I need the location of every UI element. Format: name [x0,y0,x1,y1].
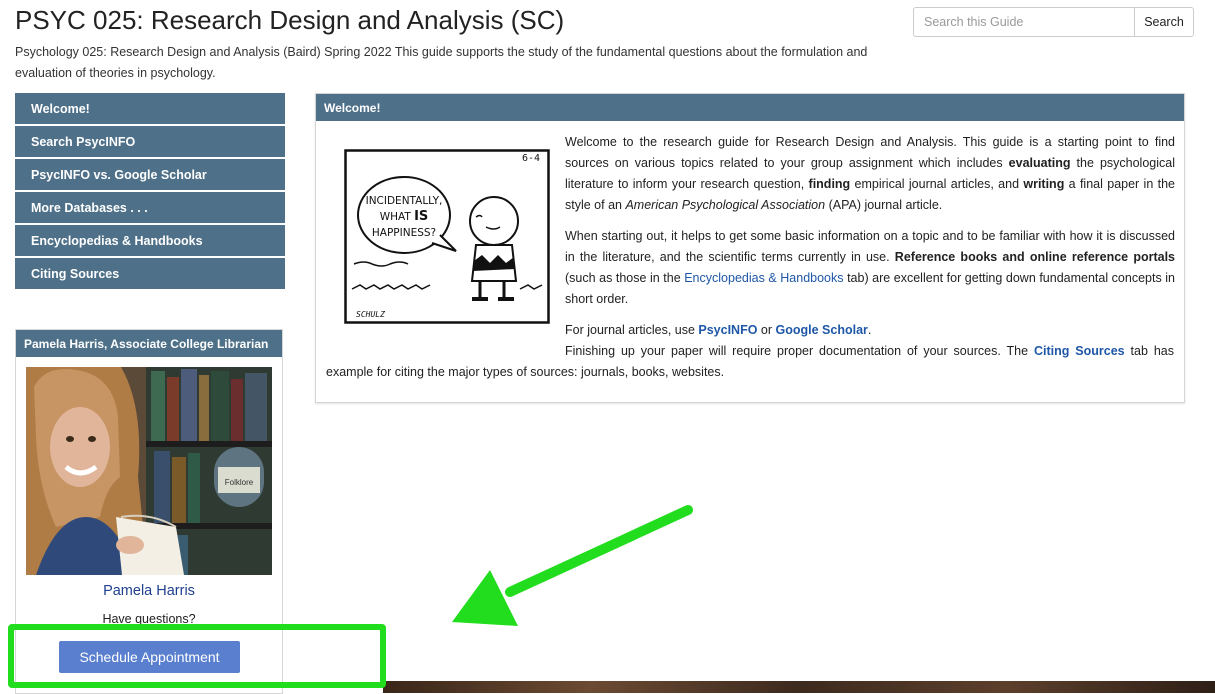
search-bar: Search [913,7,1194,37]
nav-item-psycinfo-vs-google-scholar[interactable]: PsycINFO vs. Google Scholar [15,159,285,190]
search-input[interactable] [913,7,1134,37]
comic-line-2: WHAT IS [380,209,429,224]
reference-paragraph: When starting out, it helps to get some … [565,229,1175,306]
comic-date: 6-4 [522,153,540,164]
green-arrow-icon [452,505,693,626]
search-button[interactable]: Search [1134,7,1194,37]
nav-item-encyclopedias-handbooks[interactable]: Encyclopedias & Handbooks [15,225,285,256]
profile-question-text: Have questions? [102,612,196,626]
welcome-content: Welcome to the research guide for Resear… [565,132,1175,351]
citing-paragraph: Finishing up your paper will require pro… [326,344,1174,379]
nav-item-search-psycinfo[interactable]: Search PsycINFO [15,126,285,157]
librarian-profile-box: Pamela Harris, Associate College Librari… [15,329,283,694]
intro-paragraph: Welcome to the research guide for Resear… [565,135,1175,212]
psycinfo-link[interactable]: PsycINFO [698,323,757,337]
schedule-appointment-button[interactable]: Schedule Appointment [59,641,240,673]
nav-item-more-databases[interactable]: More Databases . . . [15,192,285,223]
page-title: PSYC 025: Research Design and Analysis (… [15,5,565,35]
book-spine-label: Folklore [225,478,254,487]
citing-sources-link[interactable]: Citing Sources [1034,344,1125,358]
peanuts-comic-image: 6-4 INCIDENTALLY, WHAT IS HAPPINESS? SCH… [344,149,550,324]
guide-description: Psychology 025: Research Design and Anal… [15,45,868,80]
welcome-heading: Welcome! [316,94,1184,121]
comic-line-1: INCIDENTALLY, [366,195,443,207]
welcome-box: Welcome! 6-4 INCIDENTALLY, WHAT IS HAPPI… [315,93,1185,403]
journal-paragraph: For journal articles, use PsycINFO or Go… [565,323,872,337]
profile-heading: Pamela Harris, Associate College Librari… [16,330,282,357]
background-image-strip [383,681,1215,693]
guide-nav: Welcome! Search PsycINFO PsycINFO vs. Go… [15,93,285,291]
comic-signature: SCHULZ [356,310,385,319]
librarian-name-link[interactable]: Pamela Harris [16,583,282,599]
google-scholar-link[interactable]: Google Scholar [776,323,868,337]
nav-item-welcome[interactable]: Welcome! [15,93,285,124]
librarian-photo: Folklore [26,367,272,575]
comic-line-3: HAPPINESS? [372,227,436,239]
encyclopedias-handbooks-link[interactable]: Encyclopedias & Handbooks [684,271,843,285]
nav-item-citing-sources[interactable]: Citing Sources [15,258,285,289]
